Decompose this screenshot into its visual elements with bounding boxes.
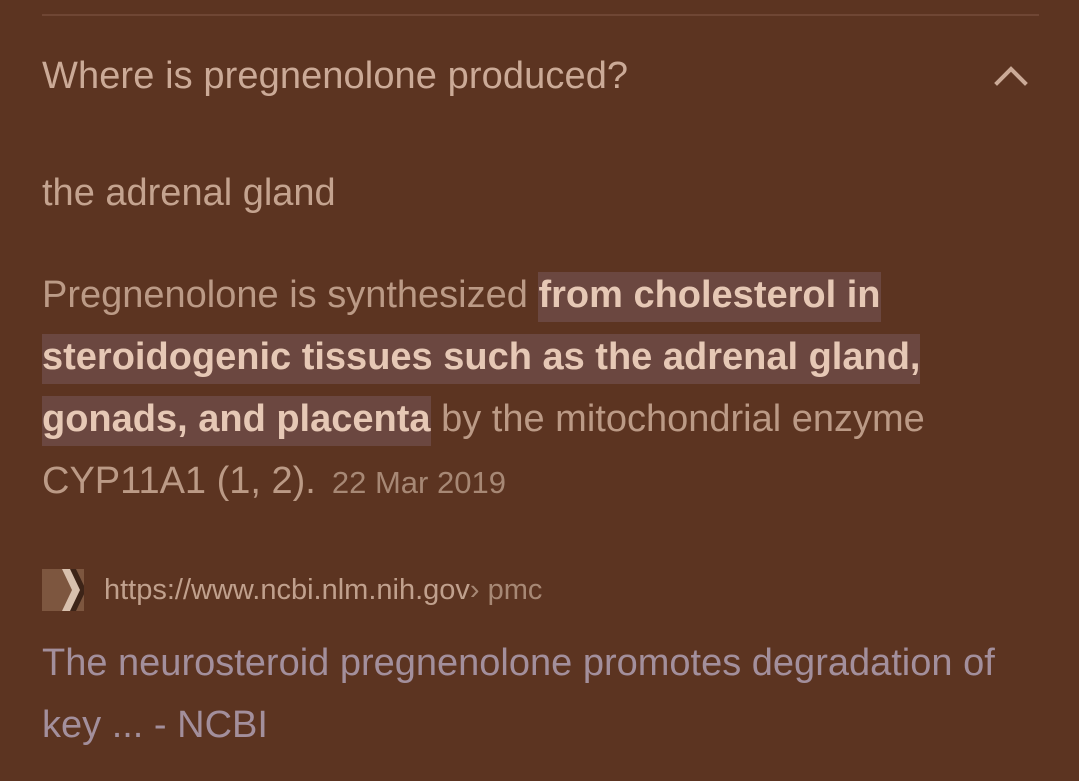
answer-snippet: Pregnenolone is synthesized from cholest… (42, 264, 1032, 514)
short-answer: the adrenal gland (42, 172, 336, 214)
source-row[interactable]: https://www.ncbi.nlm.nih.gov › pmc (42, 568, 542, 612)
result-title-link[interactable]: The neurosteroid pregnenolone promotes d… (42, 632, 1032, 756)
ncbi-favicon-icon (42, 569, 84, 611)
faq-question-row[interactable]: Where is pregnenolone produced? (42, 40, 1039, 112)
snippet-text-before: Pregnenolone is synthesized (42, 274, 539, 316)
source-url[interactable]: https://www.ncbi.nlm.nih.gov (104, 574, 470, 607)
snippet-date: 22 Mar 2019 (331, 465, 506, 500)
source-path: › pmc (469, 573, 543, 606)
faq-question: Where is pregnenolone produced? (42, 54, 629, 97)
top-divider (42, 14, 1039, 16)
chevron-up-icon[interactable] (993, 58, 1029, 94)
